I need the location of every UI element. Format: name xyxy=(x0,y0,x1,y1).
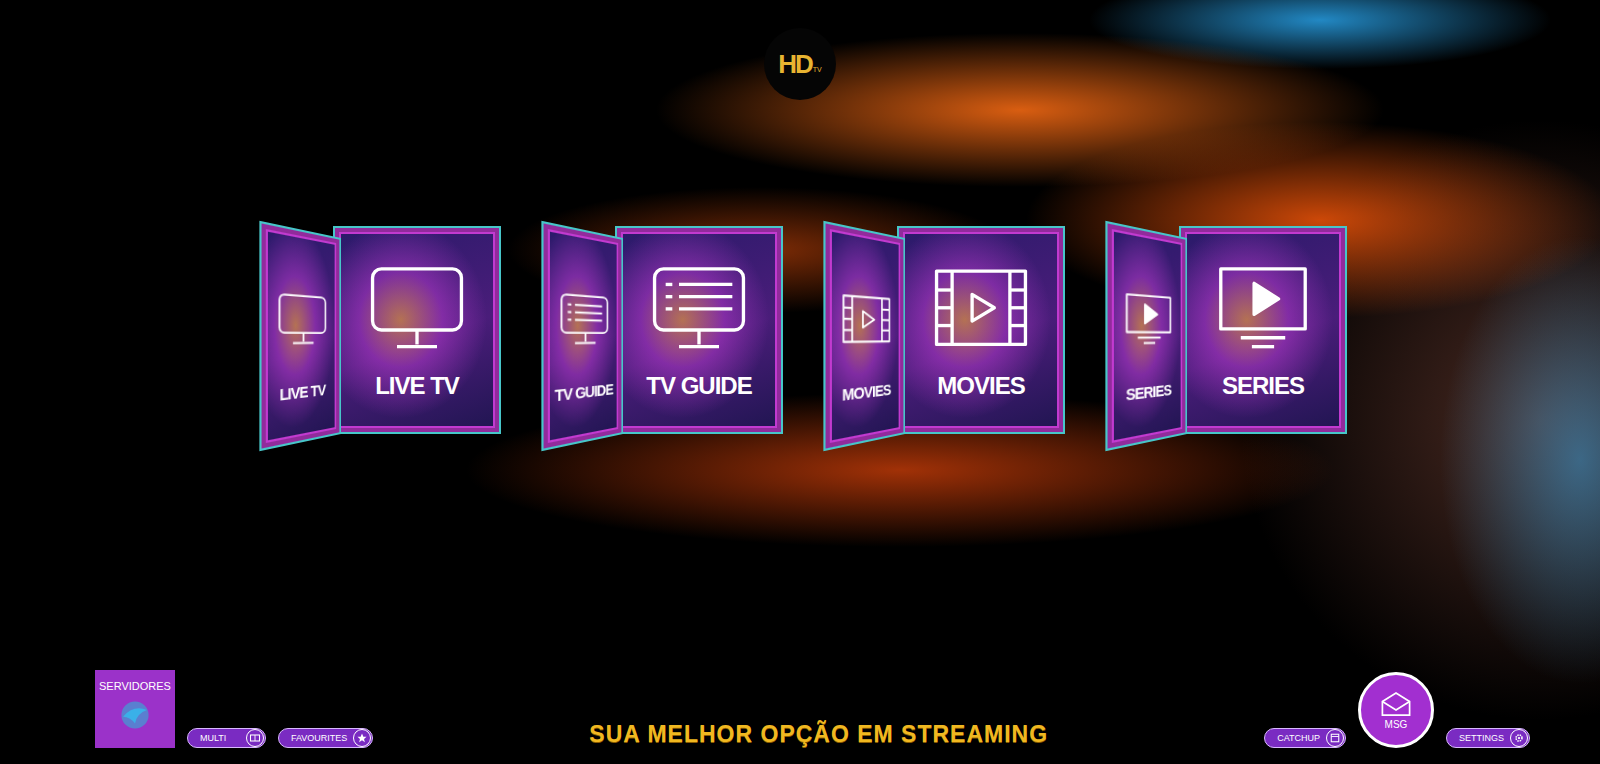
series-icon xyxy=(1204,260,1322,360)
envelope-icon xyxy=(1379,691,1413,717)
servers-button[interactable]: SERVIDORES xyxy=(95,670,175,748)
guide-icon xyxy=(640,260,758,360)
menu-cube[interactable]: TV GUIDE TV GUIDE xyxy=(535,226,783,434)
series-icon xyxy=(1119,268,1176,371)
right-group: CATCHUP MSG SETTINGS xyxy=(1264,672,1530,748)
pill-label: FAVOURITES xyxy=(291,733,347,743)
menu-label: MOVIES xyxy=(937,372,1024,400)
side-face: TV GUIDE xyxy=(541,221,623,452)
servers-label: SERVIDORES xyxy=(99,680,171,692)
side-face: SERIES xyxy=(1105,221,1187,452)
menu-label: MOVIES xyxy=(842,380,890,404)
calendar-icon xyxy=(1326,729,1344,747)
logo-badge: TV xyxy=(813,66,822,73)
guide-icon xyxy=(555,268,612,371)
live-icon xyxy=(358,260,476,360)
menu-cube[interactable]: SERIES SERIES xyxy=(1099,226,1347,434)
menu-cube[interactable]: LIVE TV LIVE TV xyxy=(253,226,501,434)
multiscreen-icon xyxy=(246,729,264,747)
menu-label: TV GUIDE xyxy=(646,372,751,400)
menu-label: SERIES xyxy=(1222,372,1304,400)
message-button[interactable]: MSG xyxy=(1358,672,1434,748)
pill-label: MULTI xyxy=(200,733,240,743)
pill-label: CATCHUP xyxy=(1277,733,1320,743)
bottom-bar: SERVIDORES MULTI FAVOURITES SUA MELHOR OPÇÃ… xyxy=(0,670,1600,764)
front-face: SERIES xyxy=(1179,226,1347,434)
settings-button[interactable]: SETTINGS xyxy=(1446,728,1530,748)
message-label: MSG xyxy=(1385,719,1408,730)
live-icon xyxy=(273,268,330,371)
menu-label: TV GUIDE xyxy=(555,379,613,404)
logo: HDTV xyxy=(764,28,836,100)
left-group: SERVIDORES MULTI FAVOURITES xyxy=(95,670,373,748)
menu-cube[interactable]: MOVIES MOVIES xyxy=(817,226,1065,434)
menu-label: LIVE TV xyxy=(375,372,459,400)
side-face: MOVIES xyxy=(823,221,905,452)
front-face: LIVE TV xyxy=(333,226,501,434)
movies-icon xyxy=(922,260,1040,360)
menu-label: SERIES xyxy=(1126,380,1171,403)
tagline: SUA MELHOR OPÇÃO EM STREAMING xyxy=(373,721,1264,748)
logo-text: HD xyxy=(778,49,812,80)
movies-icon xyxy=(837,268,894,371)
star-icon xyxy=(353,729,371,747)
home-screen: HDTV LIVE TV LIVE TV TV GUIDE TV GUIDE MOVIES… xyxy=(0,0,1600,764)
pill-button[interactable]: MULTI xyxy=(187,728,266,748)
gear-icon xyxy=(1510,729,1528,747)
side-face: LIVE TV xyxy=(259,221,341,452)
pill-button[interactable]: FAVOURITES xyxy=(278,728,373,748)
pill-label: SETTINGS xyxy=(1459,733,1504,743)
menu-row: LIVE TVLIVE TVTV GUIDETV GUIDEMOVIESMOVI… xyxy=(253,226,1347,434)
catchup-button[interactable]: CATCHUP xyxy=(1264,728,1346,748)
front-face: TV GUIDE xyxy=(615,226,783,434)
front-face: MOVIES xyxy=(897,226,1065,434)
server-icon xyxy=(118,698,152,732)
menu-label: LIVE TV xyxy=(280,380,326,404)
